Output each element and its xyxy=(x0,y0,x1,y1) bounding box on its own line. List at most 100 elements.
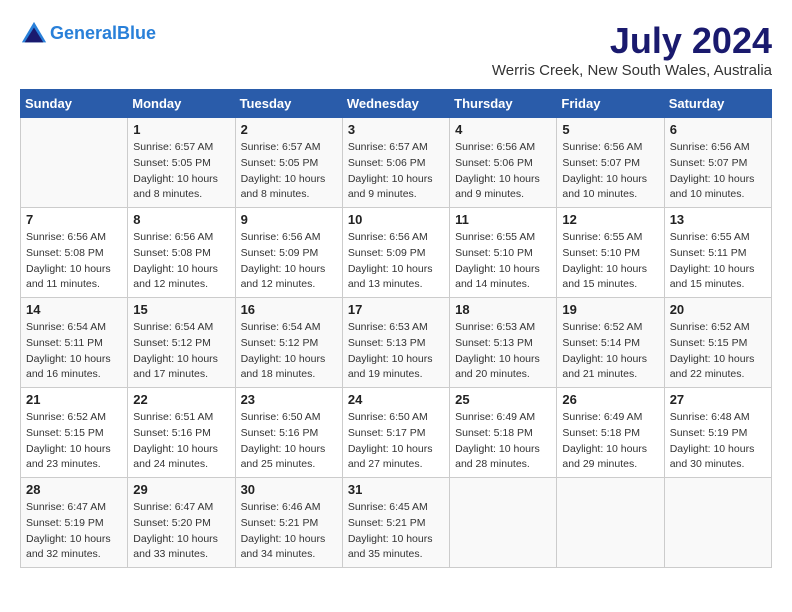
day-number: 24 xyxy=(348,392,444,407)
day-cell: 18 Sunrise: 6:53 AMSunset: 5:13 PMDayligh… xyxy=(450,298,557,388)
day-info: Sunrise: 6:54 AMSunset: 5:11 PMDaylight:… xyxy=(26,320,122,383)
day-cell: 15 Sunrise: 6:54 AMSunset: 5:12 PMDayligh… xyxy=(128,298,235,388)
day-cell: 13 Sunrise: 6:55 AMSunset: 5:11 PMDayligh… xyxy=(664,208,771,298)
day-info: Sunrise: 6:49 AMSunset: 5:18 PMDaylight:… xyxy=(562,410,658,473)
day-number: 1 xyxy=(133,122,229,137)
day-number: 15 xyxy=(133,302,229,317)
day-cell: 31 Sunrise: 6:45 AMSunset: 5:21 PMDayligh… xyxy=(342,478,449,568)
day-number: 3 xyxy=(348,122,444,137)
week-row-2: 7 Sunrise: 6:56 AMSunset: 5:08 PMDaylight… xyxy=(21,208,772,298)
day-number: 29 xyxy=(133,482,229,497)
day-cell: 25 Sunrise: 6:49 AMSunset: 5:18 PMDayligh… xyxy=(450,388,557,478)
column-header-saturday: Saturday xyxy=(664,90,771,118)
day-cell: 24Sunrise: 6:50 AMSunset: 5:17 PMDayligh… xyxy=(342,388,449,478)
day-info: Sunrise: 6:45 AMSunset: 5:21 PMDaylight:… xyxy=(348,500,444,563)
day-info: Sunrise: 6:52 AMSunset: 5:15 PMDaylight:… xyxy=(26,410,122,473)
day-number: 13 xyxy=(670,212,766,227)
day-number: 30 xyxy=(241,482,337,497)
day-cell: 20 Sunrise: 6:52 AMSunset: 5:15 PMDayligh… xyxy=(664,298,771,388)
day-info: Sunrise: 6:52 AMSunset: 5:14 PMDaylight:… xyxy=(562,320,658,383)
day-cell: 10 Sunrise: 6:56 AMSunset: 5:09 PMDayligh… xyxy=(342,208,449,298)
day-number: 23 xyxy=(241,392,337,407)
day-info: Sunrise: 6:52 AMSunset: 5:15 PMDaylight:… xyxy=(670,320,766,383)
day-number: 25 xyxy=(455,392,551,407)
logo-icon xyxy=(20,20,48,48)
day-number: 17 xyxy=(348,302,444,317)
day-cell: 16Sunrise: 6:54 AMSunset: 5:12 PMDayligh… xyxy=(235,298,342,388)
column-header-sunday: Sunday xyxy=(21,90,128,118)
day-cell xyxy=(557,478,664,568)
day-number: 6 xyxy=(670,122,766,137)
day-info: Sunrise: 6:55 AMSunset: 5:10 PMDaylight:… xyxy=(455,230,551,293)
day-number: 11 xyxy=(455,212,551,227)
page-header: GeneralBlue July 2024 Werris Creek, New … xyxy=(20,20,772,79)
day-number: 28 xyxy=(26,482,122,497)
day-cell xyxy=(21,118,128,208)
day-cell: 29 Sunrise: 6:47 AMSunset: 5:20 PMDayligh… xyxy=(128,478,235,568)
day-info: Sunrise: 6:49 AMSunset: 5:18 PMDaylight:… xyxy=(455,410,551,473)
day-number: 22 xyxy=(133,392,229,407)
day-number: 20 xyxy=(670,302,766,317)
column-header-friday: Friday xyxy=(557,90,664,118)
day-info: Sunrise: 6:46 AMSunset: 5:21 PMDaylight:… xyxy=(241,500,337,563)
day-number: 19 xyxy=(562,302,658,317)
day-number: 26 xyxy=(562,392,658,407)
day-number: 7 xyxy=(26,212,122,227)
day-info: Sunrise: 6:56 AMSunset: 5:06 PMDaylight:… xyxy=(455,140,551,203)
column-header-thursday: Thursday xyxy=(450,90,557,118)
day-number: 27 xyxy=(670,392,766,407)
day-number: 10 xyxy=(348,212,444,227)
day-info: Sunrise: 6:48 AMSunset: 5:19 PMDaylight:… xyxy=(670,410,766,473)
week-row-4: 21 Sunrise: 6:52 AMSunset: 5:15 PMDayligh… xyxy=(21,388,772,478)
day-number: 14 xyxy=(26,302,122,317)
day-cell: 3 Sunrise: 6:57 AMSunset: 5:06 PMDaylight… xyxy=(342,118,449,208)
day-cell: 9Sunrise: 6:56 AMSunset: 5:09 PMDaylight… xyxy=(235,208,342,298)
logo: GeneralBlue xyxy=(20,20,156,48)
day-cell: 30 Sunrise: 6:46 AMSunset: 5:21 PMDayligh… xyxy=(235,478,342,568)
day-cell xyxy=(450,478,557,568)
day-cell: 6Sunrise: 6:56 AMSunset: 5:07 PMDaylight… xyxy=(664,118,771,208)
day-info: Sunrise: 6:57 AMSunset: 5:05 PMDaylight:… xyxy=(241,140,337,203)
week-row-1: 1 Sunrise: 6:57 AMSunset: 5:05 PMDaylight… xyxy=(21,118,772,208)
day-cell: 2 Sunrise: 6:57 AMSunset: 5:05 PMDaylight… xyxy=(235,118,342,208)
day-info: Sunrise: 6:56 AMSunset: 5:09 PMDaylight:… xyxy=(348,230,444,293)
day-info: Sunrise: 6:57 AMSunset: 5:06 PMDaylight:… xyxy=(348,140,444,203)
day-cell: 21 Sunrise: 6:52 AMSunset: 5:15 PMDayligh… xyxy=(21,388,128,478)
column-header-wednesday: Wednesday xyxy=(342,90,449,118)
day-info: Sunrise: 6:55 AMSunset: 5:10 PMDaylight:… xyxy=(562,230,658,293)
day-cell: 27 Sunrise: 6:48 AMSunset: 5:19 PMDayligh… xyxy=(664,388,771,478)
day-cell: 17Sunrise: 6:53 AMSunset: 5:13 PMDayligh… xyxy=(342,298,449,388)
day-number: 2 xyxy=(241,122,337,137)
day-cell xyxy=(664,478,771,568)
day-info: Sunrise: 6:53 AMSunset: 5:13 PMDaylight:… xyxy=(455,320,551,383)
day-number: 31 xyxy=(348,482,444,497)
logo-line1: General xyxy=(50,23,117,43)
day-info: Sunrise: 6:56 AMSunset: 5:08 PMDaylight:… xyxy=(133,230,229,293)
day-cell: 23 Sunrise: 6:50 AMSunset: 5:16 PMDayligh… xyxy=(235,388,342,478)
day-cell: 12 Sunrise: 6:55 AMSunset: 5:10 PMDayligh… xyxy=(557,208,664,298)
day-info: Sunrise: 6:51 AMSunset: 5:16 PMDaylight:… xyxy=(133,410,229,473)
day-info: Sunrise: 6:47 AMSunset: 5:20 PMDaylight:… xyxy=(133,500,229,563)
day-info: Sunrise: 6:54 AMSunset: 5:12 PMDaylight:… xyxy=(133,320,229,383)
logo-line2: Blue xyxy=(117,23,156,43)
day-cell: 26 Sunrise: 6:49 AMSunset: 5:18 PMDayligh… xyxy=(557,388,664,478)
day-info: Sunrise: 6:50 AMSunset: 5:16 PMDaylight:… xyxy=(241,410,337,473)
calendar-table: SundayMondayTuesdayWednesdayThursdayFrid… xyxy=(20,89,772,568)
day-info: Sunrise: 6:56 AMSunset: 5:09 PMDaylight:… xyxy=(241,230,337,293)
day-cell: 19 Sunrise: 6:52 AMSunset: 5:14 PMDayligh… xyxy=(557,298,664,388)
day-number: 12 xyxy=(562,212,658,227)
day-cell: 7Sunrise: 6:56 AMSunset: 5:08 PMDaylight… xyxy=(21,208,128,298)
day-info: Sunrise: 6:55 AMSunset: 5:11 PMDaylight:… xyxy=(670,230,766,293)
day-number: 21 xyxy=(26,392,122,407)
month-title: July 2024 xyxy=(492,20,772,62)
day-number: 16 xyxy=(241,302,337,317)
header-row: SundayMondayTuesdayWednesdayThursdayFrid… xyxy=(21,90,772,118)
day-cell: 4Sunrise: 6:56 AMSunset: 5:06 PMDaylight… xyxy=(450,118,557,208)
day-info: Sunrise: 6:56 AMSunset: 5:07 PMDaylight:… xyxy=(562,140,658,203)
day-cell: 22 Sunrise: 6:51 AMSunset: 5:16 PMDayligh… xyxy=(128,388,235,478)
day-cell: 28Sunrise: 6:47 AMSunset: 5:19 PMDayligh… xyxy=(21,478,128,568)
location: Werris Creek, New South Wales, Australia xyxy=(492,62,772,79)
day-number: 18 xyxy=(455,302,551,317)
day-cell: 14 Sunrise: 6:54 AMSunset: 5:11 PMDayligh… xyxy=(21,298,128,388)
day-number: 8 xyxy=(133,212,229,227)
